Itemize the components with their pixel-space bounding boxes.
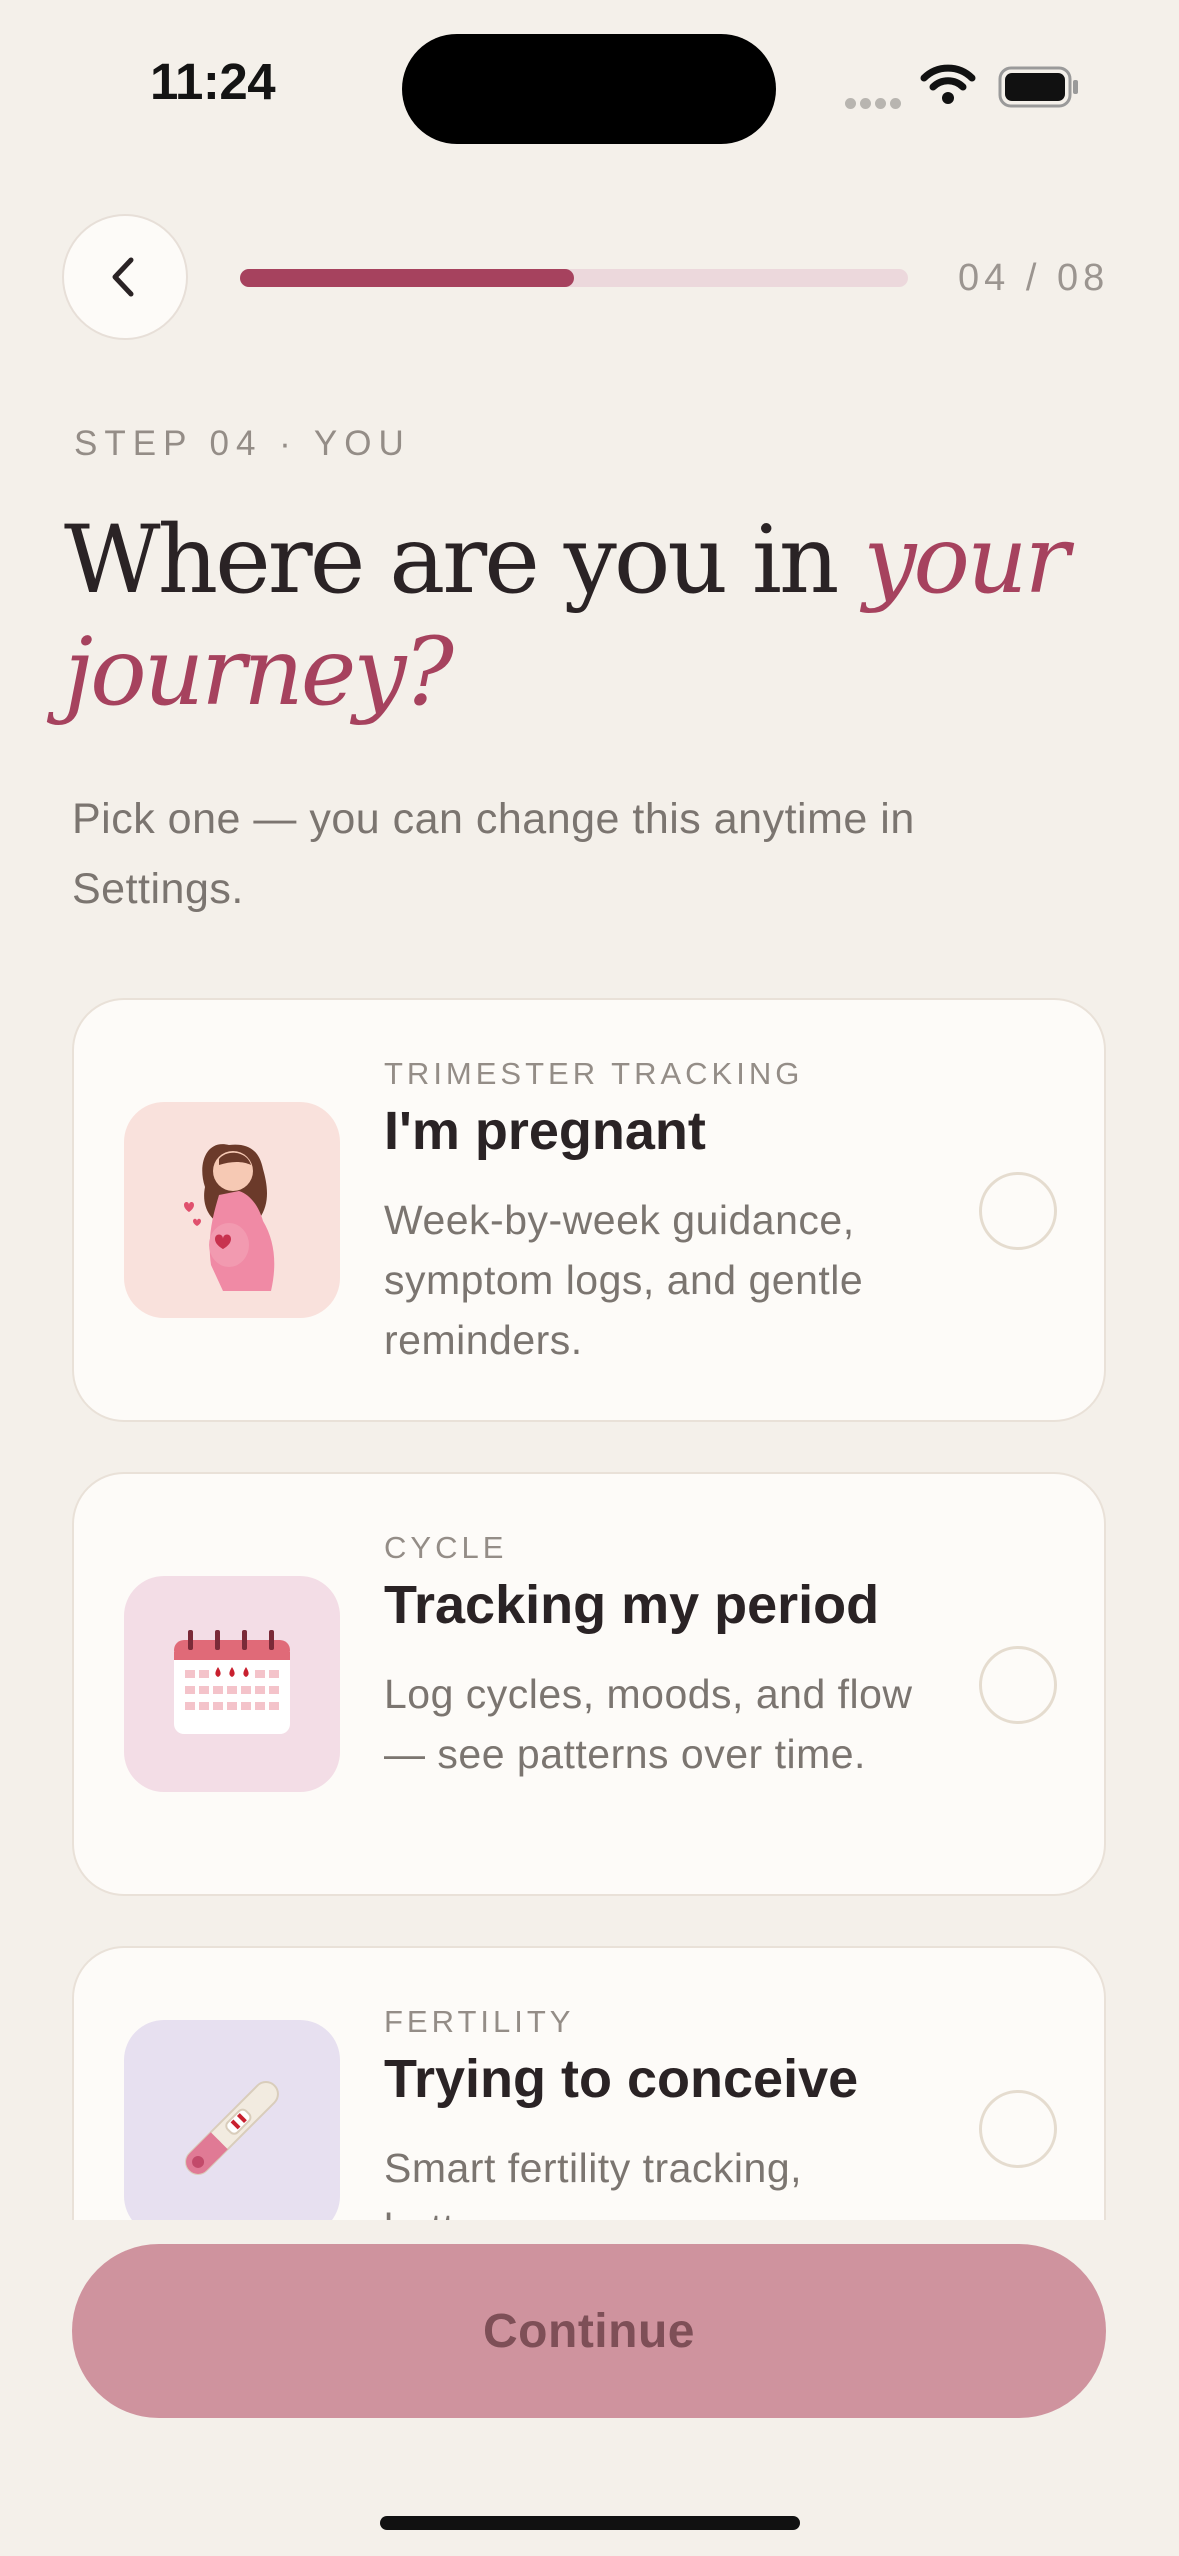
back-button[interactable]	[62, 214, 188, 340]
step-eyebrow: STEP 04 · YOU	[74, 424, 411, 463]
option-description: Week-by-week guidance, symptom logs, and…	[384, 1197, 864, 1363]
title-plain: Where are you in	[64, 506, 864, 615]
option-description: Log cycles, moods, and flow — see patter…	[384, 1671, 913, 1777]
option-thumb	[124, 2020, 340, 2220]
continue-button[interactable]: Continue	[72, 2244, 1106, 2418]
option-radio[interactable]	[979, 2090, 1057, 2168]
option-card-pregnant[interactable]: TRIMESTER TRACKING I'm pregnant Week-by-…	[72, 998, 1106, 1422]
chevron-left-icon	[112, 257, 134, 297]
option-thumb	[124, 1576, 340, 1792]
option-title: Tracking my period	[384, 1575, 880, 1635]
option-description: Smart fertility tracking, better...	[384, 2145, 803, 2220]
progress-bar	[240, 269, 908, 287]
option-card-conceive[interactable]: FERTILITY Trying to conceive Smart ferti…	[72, 1946, 1106, 2220]
options-list: TRIMESTER TRACKING I'm pregnant Week-by-…	[0, 990, 1179, 2220]
pregnant-woman-icon	[184, 1144, 275, 1291]
option-title: I'm pregnant	[384, 1101, 706, 1161]
option-category: CYCLE	[384, 1530, 508, 1565]
option-card-period[interactable]: CYCLE Tracking my period Log cycles, moo…	[72, 1472, 1106, 1896]
ovulation-test-icon	[185, 2081, 279, 2175]
home-indicator	[380, 2516, 800, 2530]
option-category: FERTILITY	[384, 2004, 575, 2039]
progress-fill	[240, 269, 574, 287]
step-counter: 04 / 08	[958, 257, 1110, 299]
option-thumb	[124, 1102, 340, 1318]
option-radio[interactable]	[979, 1646, 1057, 1724]
cellular-signal-icon	[845, 96, 905, 114]
wifi-icon	[920, 64, 976, 104]
page-title: Where are you in your journey?	[64, 505, 1124, 729]
status-time: 11:24	[150, 53, 276, 110]
page-subtitle: Pick one — you can change this anytime i…	[72, 795, 915, 913]
calendar-icon	[174, 1630, 290, 1734]
dynamic-island	[402, 34, 776, 144]
battery-icon	[998, 66, 1078, 108]
option-radio[interactable]	[979, 1172, 1057, 1250]
option-title: Trying to conceive	[384, 2049, 859, 2109]
option-category: TRIMESTER TRACKING	[384, 1056, 804, 1091]
